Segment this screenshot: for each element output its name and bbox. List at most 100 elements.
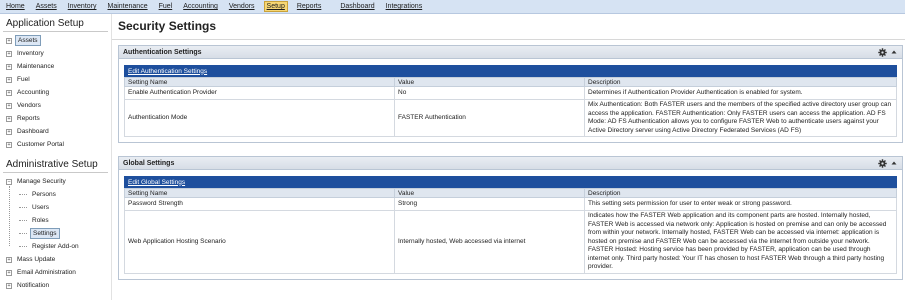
column-header-setting-name[interactable]: Setting Name (124, 188, 395, 198)
panel-body: Edit Authentication Settings Setting Nam… (119, 59, 902, 142)
column-header-setting-name[interactable]: Setting Name (124, 77, 395, 87)
menu-dashboard[interactable]: Dashboard (338, 2, 376, 11)
menu-vendors[interactable]: Vendors (227, 2, 257, 11)
expand-icon[interactable]: + (6, 76, 12, 83)
table-row: Enable Authentication Provider No Determ… (124, 86, 897, 100)
setting-value-cell: Strong (394, 197, 585, 211)
sidebar-item-label: Inventory (17, 50, 44, 57)
panel-header: Authentication Settings (119, 46, 902, 59)
menu-accounting[interactable]: Accounting (181, 2, 220, 11)
expand-icon[interactable]: + (6, 128, 12, 135)
sidebar-item-fuel[interactable]: + Fuel (0, 73, 111, 86)
edit-toolbar: Edit Authentication Settings (124, 65, 897, 77)
sidebar-item-roles[interactable]: Roles (0, 214, 111, 227)
expand-icon[interactable]: + (6, 50, 12, 57)
menu-home[interactable]: Home (4, 2, 27, 11)
setting-name-cell: Password Strength (124, 197, 395, 211)
sidebar-item-mass-update[interactable]: + Mass Update (0, 253, 111, 266)
setting-description-cell: Determines if Authentication Provider Au… (584, 86, 897, 100)
menu-inventory[interactable]: Inventory (66, 2, 99, 11)
sidebar-item-assets[interactable]: + Assets (0, 34, 111, 47)
panel-title: Global Settings (123, 159, 175, 167)
sidebar-item-email-administration[interactable]: + Email Administration (0, 266, 111, 279)
sidebar-item-label: Maintenance (17, 63, 55, 70)
table-header-row: Setting Name Value Description (124, 188, 897, 198)
setting-description-cell: This setting sets permission for user to… (584, 197, 897, 211)
column-header-description[interactable]: Description (584, 77, 897, 87)
setting-description-cell: Indicates how the FASTER Web application… (584, 210, 897, 274)
sidebar-item-reports[interactable]: + Reports (0, 112, 111, 125)
tree-connector (19, 194, 27, 195)
collapse-tree-icon[interactable]: − (6, 178, 12, 185)
sidebar: Application Setup + Assets + Inventory + Ma… (0, 14, 112, 300)
menu-reports[interactable]: Reports (295, 2, 324, 11)
column-header-description[interactable]: Description (584, 188, 897, 198)
table-row: Authentication Mode FASTER Authenticatio… (124, 99, 897, 137)
edit-authentication-settings-link[interactable]: Edit Authentication Settings (128, 68, 207, 75)
sidebar-item-label: Settings (30, 228, 60, 239)
panel-title: Authentication Settings (123, 48, 202, 56)
expand-icon[interactable]: + (6, 269, 12, 276)
panel-body: Edit Global Settings Setting Name Value … (119, 170, 902, 279)
sidebar-item-label: Dashboard (17, 128, 49, 135)
sidebar-item-label: Roles (32, 217, 49, 224)
sidebar-item-label: Fuel (17, 76, 30, 83)
sidebar-item-customer-portal[interactable]: + Customer Portal (0, 138, 111, 151)
application-setup-heading: Application Setup (3, 14, 108, 32)
page-title: Security Settings (118, 19, 217, 33)
collapse-icon[interactable] (890, 48, 898, 56)
expand-icon[interactable]: + (6, 115, 12, 122)
expand-icon[interactable]: + (6, 141, 12, 148)
menu-integrations[interactable]: Integrations (384, 2, 425, 11)
setting-name-cell: Enable Authentication Provider (124, 86, 395, 100)
sidebar-item-persons[interactable]: Persons (0, 188, 111, 201)
tree-connector (19, 233, 27, 234)
sidebar-item-settings[interactable]: Settings (0, 227, 111, 240)
sidebar-item-label: Assets (15, 35, 41, 46)
sidebar-item-accounting[interactable]: + Accounting (0, 86, 111, 99)
sidebar-item-vendors[interactable]: + Vendors (0, 99, 111, 112)
setting-value-cell: Internally hosted, Web accessed via inte… (394, 210, 585, 274)
top-menu-bar: Home Assets Inventory Maintenance Fuel A… (0, 0, 905, 14)
sidebar-item-label: Manage Security (17, 178, 66, 185)
table-row: Password Strength Strong This setting se… (124, 197, 897, 211)
expand-icon[interactable]: + (6, 102, 12, 109)
global-settings-panel: Global Settings Edit Global Settings Set… (118, 156, 903, 280)
sidebar-item-label: Mass Update (17, 256, 56, 263)
menu-assets[interactable]: Assets (34, 2, 59, 11)
setting-value-cell: No (394, 86, 585, 100)
setting-value-cell: FASTER Authentication (394, 99, 585, 137)
expand-icon[interactable]: + (6, 282, 12, 289)
gear-icon[interactable] (878, 47, 887, 57)
edit-global-settings-link[interactable]: Edit Global Settings (128, 179, 185, 186)
sidebar-item-inventory[interactable]: + Inventory (0, 47, 111, 60)
menu-fuel[interactable]: Fuel (157, 2, 175, 11)
menu-maintenance[interactable]: Maintenance (106, 2, 150, 11)
setting-name-cell: Web Application Hosting Scenario (124, 210, 395, 274)
sidebar-item-users[interactable]: Users (0, 201, 111, 214)
expand-icon[interactable]: + (6, 63, 12, 70)
expand-icon[interactable]: + (6, 37, 12, 44)
expand-icon[interactable]: + (6, 89, 12, 96)
sidebar-item-label: Email Administration (17, 269, 76, 276)
column-header-value[interactable]: Value (394, 77, 585, 87)
global-settings-table: Setting Name Value Description Password … (124, 188, 897, 274)
expand-icon[interactable]: + (6, 256, 12, 263)
divider (112, 39, 905, 40)
table-row: Web Application Hosting Scenario Interna… (124, 210, 897, 274)
tree-connector (19, 207, 27, 208)
collapse-icon[interactable] (890, 159, 898, 167)
main-content: Security Settings Authentication Setting… (112, 14, 905, 300)
sidebar-item-dashboard[interactable]: + Dashboard (0, 125, 111, 138)
gear-icon[interactable] (878, 158, 887, 168)
sidebar-item-label: Accounting (17, 89, 50, 96)
sidebar-item-notification[interactable]: + Notification (0, 279, 111, 292)
menu-setup[interactable]: Setup (263, 1, 288, 12)
sidebar-item-label: Reports (17, 115, 40, 122)
column-header-value[interactable]: Value (394, 188, 585, 198)
authentication-settings-panel: Authentication Settings Edit Authenticat… (118, 45, 903, 143)
sidebar-item-manage-security[interactable]: − Manage Security (0, 175, 111, 188)
sidebar-item-register-add-on[interactable]: Register Add-on (0, 240, 111, 253)
panel-header: Global Settings (119, 157, 902, 170)
sidebar-item-maintenance[interactable]: + Maintenance (0, 60, 111, 73)
